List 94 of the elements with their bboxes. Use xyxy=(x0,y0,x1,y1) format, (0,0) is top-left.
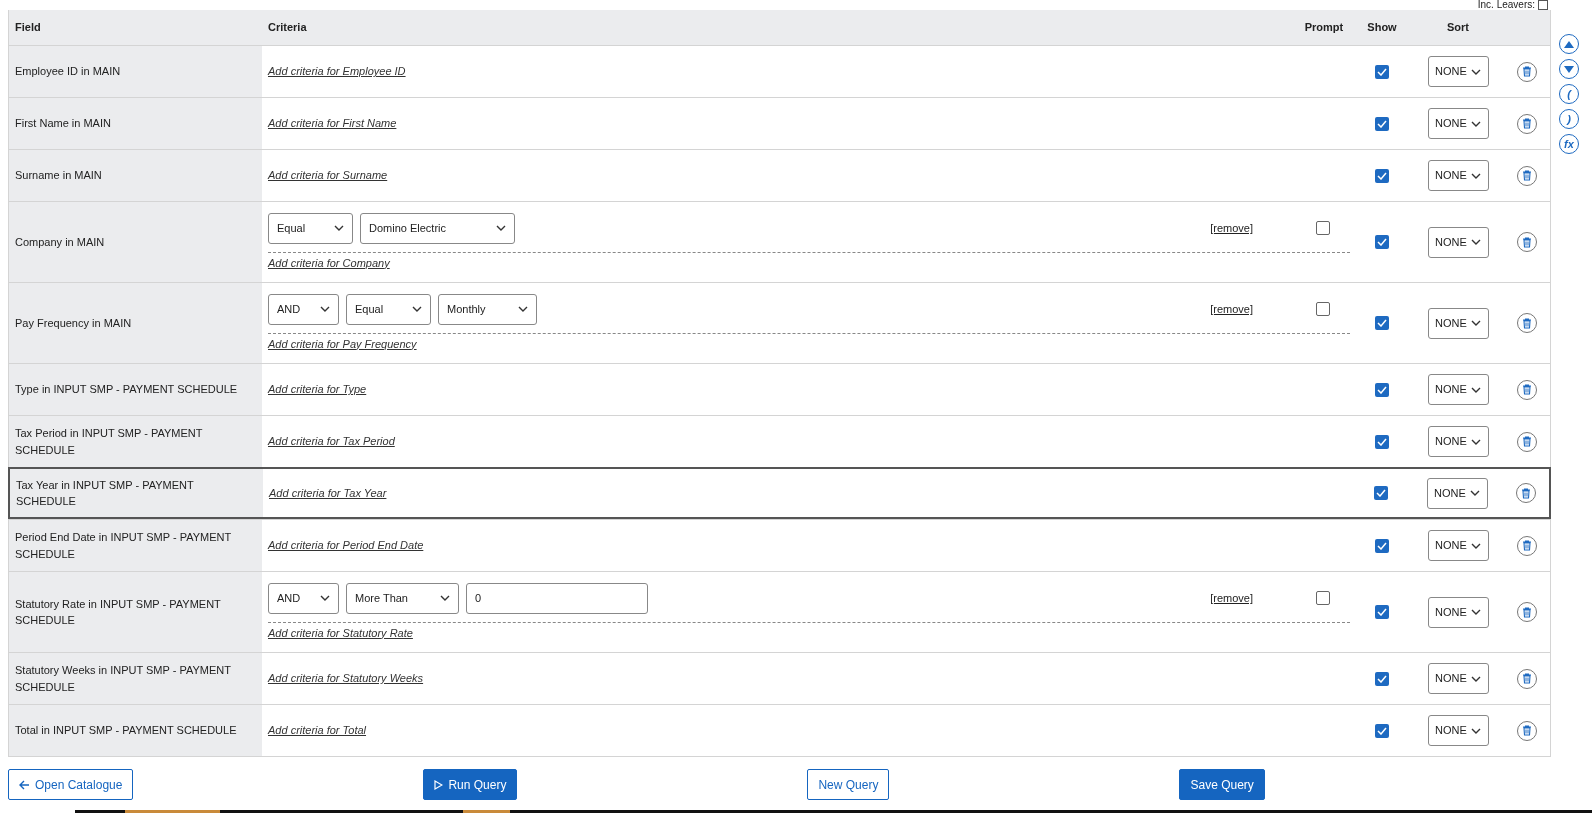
chevron-icon xyxy=(1470,172,1481,179)
action-button[interactable]: Open Catalogue xyxy=(8,769,134,800)
sort-dropdown[interactable]: NONE xyxy=(1427,663,1489,694)
field-name: Employee ID in MAIN xyxy=(15,64,121,80)
prompt-checkbox[interactable] xyxy=(1316,302,1330,317)
chevron-icon xyxy=(1470,386,1481,393)
remove-link[interactable]: [remove] xyxy=(1210,301,1253,318)
add-criteria-link[interactable]: Add criteria for First Name xyxy=(268,115,397,132)
show-checkbox[interactable] xyxy=(1375,168,1389,183)
chevron-icon xyxy=(496,225,506,232)
chevron-icon xyxy=(320,306,330,313)
add-criteria-link[interactable]: Add criteria for Type xyxy=(268,381,367,398)
sort-dropdown[interactable]: NONE xyxy=(1427,596,1489,628)
show-checkbox[interactable] xyxy=(1375,434,1389,449)
chevron-icon xyxy=(1470,320,1481,326)
prompt-checkbox[interactable] xyxy=(1316,221,1330,236)
remove-link[interactable]: [remove] xyxy=(1210,220,1253,237)
show-checkbox[interactable] xyxy=(1374,486,1388,500)
field-name: Pay Frequency in MAIN xyxy=(15,315,132,331)
chevron-icon xyxy=(1470,675,1481,682)
show-checkbox[interactable] xyxy=(1375,316,1389,330)
show-checkbox[interactable] xyxy=(1375,671,1389,686)
show-checkbox[interactable] xyxy=(1375,64,1389,79)
chevron-icon xyxy=(1470,239,1481,245)
add-criteria-link[interactable]: Add criteria for Company xyxy=(268,254,390,272)
chevron-icon xyxy=(320,595,330,602)
chevron-icon xyxy=(1470,727,1481,734)
criteria-dropdown[interactable]: Monthly xyxy=(438,293,537,325)
prompt-checkbox[interactable] xyxy=(1316,591,1330,606)
criteria-dropdown[interactable]: AND xyxy=(268,582,339,614)
action-button[interactable]: New Query xyxy=(807,769,890,800)
column-header: Show xyxy=(1366,20,1398,36)
sort-dropdown[interactable]: NONE xyxy=(1427,426,1489,457)
sort-dropdown[interactable]: NONE xyxy=(1427,307,1489,339)
sort-dropdown[interactable]: NONE xyxy=(1427,226,1489,258)
criteria-dropdown[interactable]: Equal xyxy=(346,293,431,325)
add-criteria-link[interactable]: Add criteria for Tax Year xyxy=(269,484,387,502)
add-criteria-link[interactable]: Add criteria for Period End Date xyxy=(268,537,424,554)
show-checkbox[interactable] xyxy=(1375,605,1389,619)
field-name: Company in MAIN xyxy=(15,234,105,250)
field-name: Total in INPUT SMP - PAYMENT SCHEDULE xyxy=(15,723,237,739)
sort-dropdown[interactable]: NONE xyxy=(1427,56,1489,87)
add-criteria-link[interactable]: Add criteria for Pay Frequency xyxy=(268,335,417,353)
field-name: Surname in MAIN xyxy=(15,168,102,184)
add-criteria-link[interactable]: Add criteria for Employee ID xyxy=(268,63,406,80)
criteria-dropdown[interactable]: Domino Electric xyxy=(360,212,515,244)
value-input[interactable]: 0 xyxy=(466,582,648,614)
sort-dropdown[interactable]: NONE xyxy=(1427,530,1489,561)
inc-leavers-checkbox[interactable] xyxy=(1538,0,1548,10)
chevron-icon xyxy=(1469,490,1480,496)
column-header: Sort xyxy=(1446,20,1470,36)
chevron-icon xyxy=(1470,68,1481,75)
sort-dropdown[interactable]: NONE xyxy=(1427,715,1489,746)
field-name: Statutory Weeks in INPUT SMP - PAYMENT SCHEDULE xyxy=(15,663,232,695)
field-name: Statutory Rate in INPUT SMP - PAYMENT SCHEDULE xyxy=(15,596,222,628)
criteria-dropdown[interactable]: Equal xyxy=(268,212,353,244)
column-header: Field xyxy=(14,20,42,36)
field-name: Tax Period in INPUT SMP - PAYMENT SCHEDULE xyxy=(15,426,204,458)
chevron-icon xyxy=(1470,438,1481,445)
add-criteria-link[interactable]: Add criteria for Tax Period xyxy=(268,433,395,450)
add-criteria-link[interactable]: Add criteria for Statutory Weeks xyxy=(268,670,424,687)
field-name: Type in INPUT SMP - PAYMENT SCHEDULE xyxy=(15,382,238,398)
sort-dropdown[interactable]: NONE xyxy=(1427,108,1489,139)
show-checkbox[interactable] xyxy=(1375,235,1389,249)
field-name: First Name in MAIN xyxy=(15,116,111,132)
action-button[interactable]: Run Query xyxy=(423,769,518,800)
show-checkbox[interactable] xyxy=(1375,538,1389,553)
sort-dropdown[interactable]: NONE xyxy=(1426,477,1488,509)
criteria-dropdown[interactable]: AND xyxy=(268,293,339,325)
show-checkbox[interactable] xyxy=(1375,723,1389,738)
column-header: Criteria xyxy=(267,20,307,36)
column-header: Prompt xyxy=(1303,20,1345,36)
chevron-icon xyxy=(1470,120,1481,127)
chevron-icon xyxy=(440,595,450,602)
show-checkbox[interactable] xyxy=(1375,382,1389,397)
add-criteria-link[interactable]: Add criteria for Surname xyxy=(268,167,388,184)
criteria-dropdown[interactable]: More Than xyxy=(346,582,459,614)
add-criteria-link[interactable]: Add criteria for Statutory Rate xyxy=(268,624,413,642)
chevron-icon xyxy=(1470,542,1481,549)
field-name: Period End Date in INPUT SMP - PAYMENT SCHEDULE xyxy=(15,530,232,562)
action-button[interactable]: Save Query xyxy=(1179,769,1265,800)
remove-link[interactable]: [remove] xyxy=(1210,590,1253,607)
play-icon xyxy=(434,779,444,790)
chevron-icon xyxy=(334,225,344,232)
sort-dropdown[interactable]: NONE xyxy=(1427,160,1489,191)
arrow-left-icon xyxy=(19,779,30,790)
show-checkbox[interactable] xyxy=(1375,116,1389,131)
chevron-icon xyxy=(1470,609,1481,615)
inc-leavers-label: Inc. Leavers: xyxy=(1477,0,1535,10)
field-name: Tax Year in INPUT SMP - PAYMENT SCHEDULE xyxy=(16,477,195,509)
chevron-icon xyxy=(412,306,422,313)
chevron-icon xyxy=(518,306,528,313)
sort-dropdown[interactable]: NONE xyxy=(1427,374,1489,405)
add-criteria-link[interactable]: Add criteria for Total xyxy=(268,722,367,739)
